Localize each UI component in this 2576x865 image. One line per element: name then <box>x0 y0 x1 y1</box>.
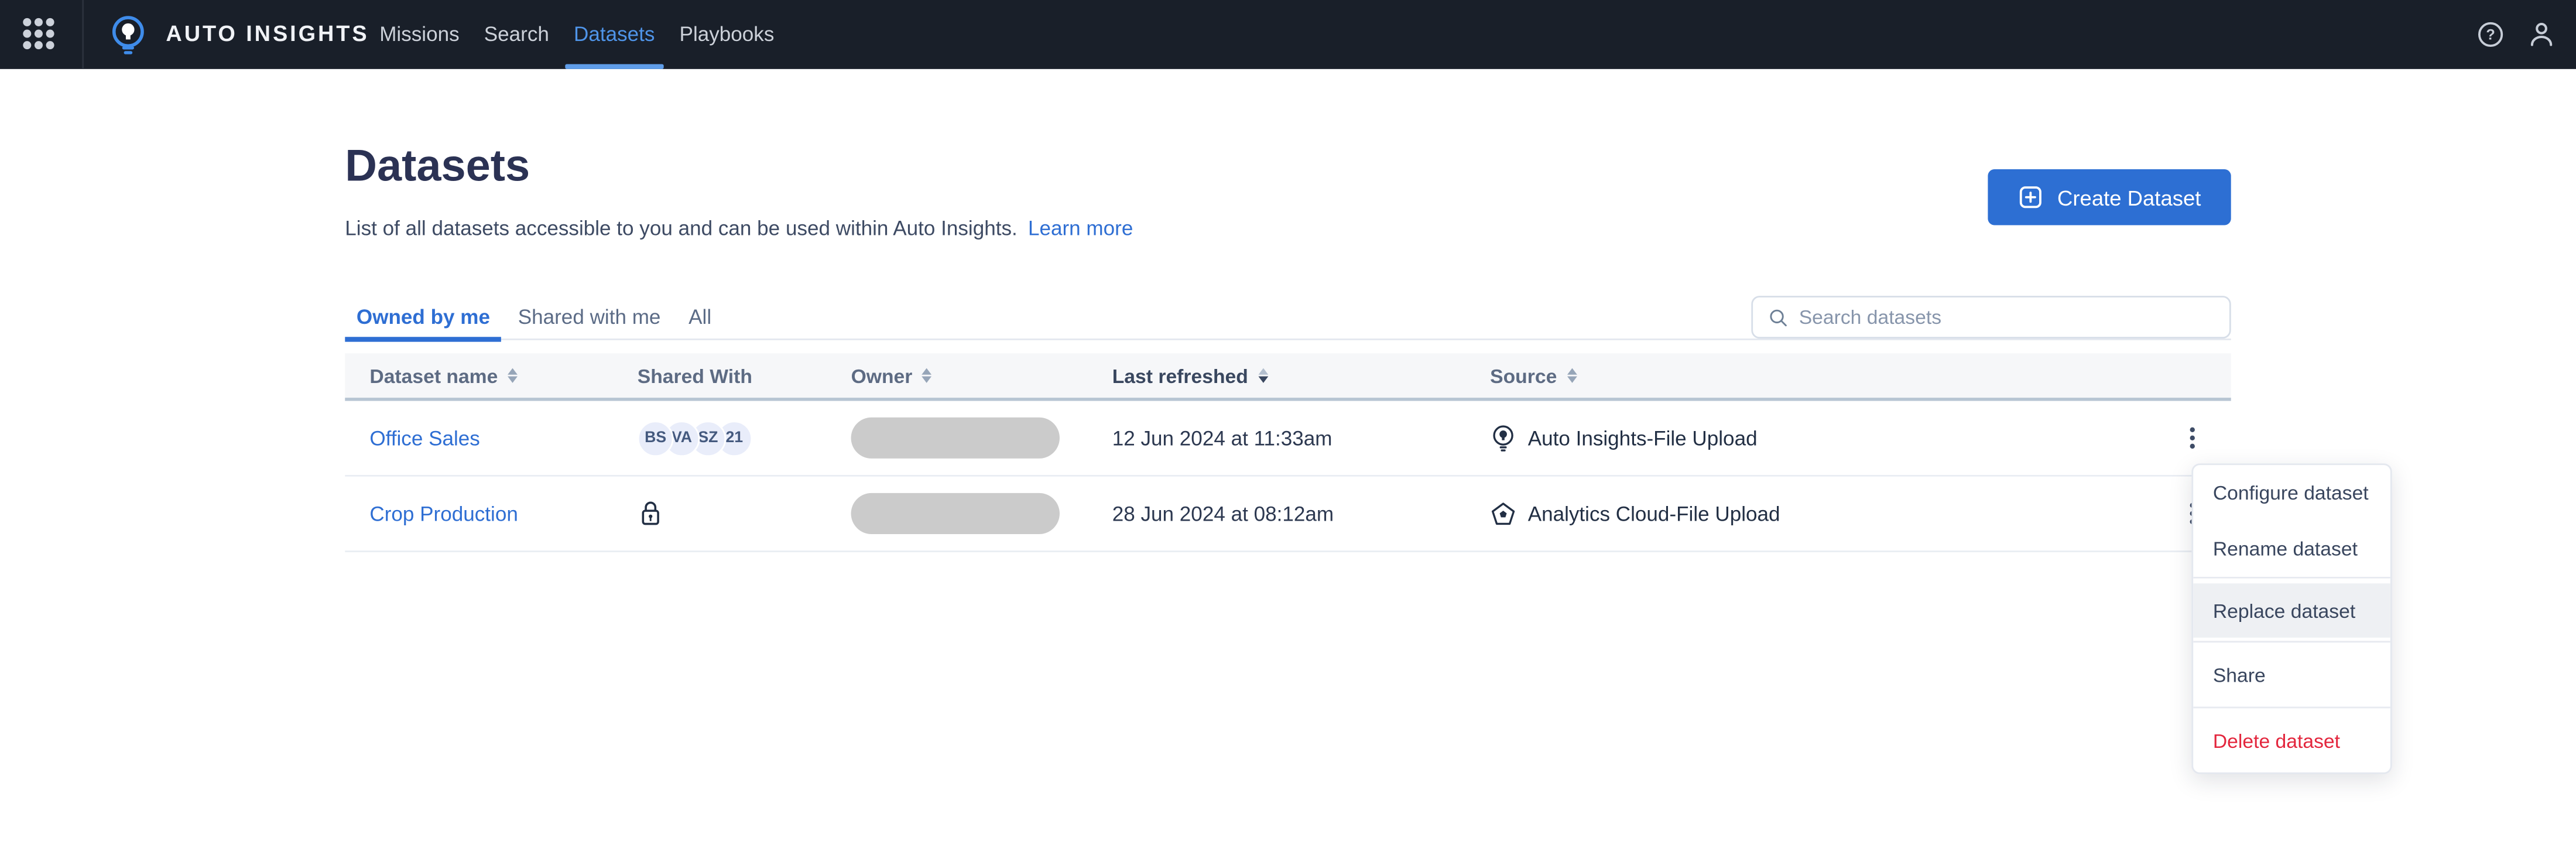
source-cell: Auto Insights-File Upload <box>1465 423 2152 453</box>
table-header-row: Dataset name Shared With Owner Last refr… <box>345 353 2231 401</box>
menu-item-delete-dataset[interactable]: Delete dataset <box>2193 708 2390 772</box>
column-header-shared-with[interactable]: Shared With <box>613 364 827 387</box>
menu-item-share[interactable]: Share <box>2193 642 2390 706</box>
datasets-table: Dataset name Shared With Owner Last refr… <box>345 353 2231 552</box>
tab-shared-with-me[interactable]: Shared with me <box>506 298 672 340</box>
create-dataset-button[interactable]: Create Dataset <box>1988 169 2231 225</box>
plus-square-icon <box>2020 186 2042 208</box>
nav-item-datasets[interactable]: Datasets <box>565 0 664 69</box>
table-row: Office Sales BS VA SZ 21 12 Jun 2024 at … <box>345 401 2231 477</box>
analytics-cloud-pentagon-icon <box>1491 501 1515 524</box>
search-datasets-input[interactable] <box>1799 297 2229 337</box>
shared-with-avatars: BS VA SZ 21 <box>613 419 827 456</box>
shared-with-private <box>613 500 827 528</box>
column-header-owner[interactable]: Owner <box>826 364 1087 387</box>
subtitle-text: List of all datasets accessible to you a… <box>345 217 1018 240</box>
sort-icon <box>508 367 518 384</box>
lock-icon <box>642 501 659 525</box>
learn-more-link[interactable]: Learn more <box>1028 217 1133 240</box>
user-profile-icon[interactable] <box>2527 20 2557 50</box>
owner-cell <box>826 493 1087 534</box>
menu-item-rename-dataset[interactable]: Rename dataset <box>2193 519 2390 577</box>
dataset-link-crop-production[interactable]: Crop Production <box>369 502 518 525</box>
navbar-separator <box>82 0 84 69</box>
dataset-name-cell: Crop Production <box>345 499 612 529</box>
create-dataset-label: Create Dataset <box>2057 184 2201 210</box>
tab-all[interactable]: All <box>677 298 723 340</box>
column-header-source[interactable]: Source <box>1465 364 2152 387</box>
dataset-actions-context-menu: Configure dataset Rename dataset Replace… <box>2191 463 2392 774</box>
navbar-right-actions: ? <box>2476 0 2557 69</box>
nav-item-missions[interactable]: Missions <box>379 0 459 69</box>
nav-item-playbooks[interactable]: Playbooks <box>680 0 775 69</box>
table-row: Crop Production 28 Jun 2024 at 08:12am A… <box>345 476 2231 552</box>
owner-redacted-pill <box>851 493 1060 534</box>
page-subtitle: List of all datasets accessible to you a… <box>345 217 1133 240</box>
avatar: BS <box>637 419 674 456</box>
sort-icon <box>1567 367 1577 384</box>
row-actions-kebab-icon[interactable] <box>2172 418 2211 457</box>
source-label: Analytics Cloud-File Upload <box>1527 502 1780 525</box>
column-header-last-refreshed[interactable]: Last refreshed <box>1088 364 1465 387</box>
help-icon[interactable]: ? <box>2476 20 2506 50</box>
sort-desc-icon <box>1258 367 1268 384</box>
menu-item-configure-dataset[interactable]: Configure dataset <box>2193 465 2390 519</box>
dataset-filter-tabs: Owned by me Shared with me All <box>345 298 723 340</box>
source-cell: Analytics Cloud-File Upload <box>1465 500 2152 526</box>
menu-item-replace-dataset[interactable]: Replace dataset <box>2193 578 2390 641</box>
auto-insights-bulb-icon <box>1493 425 1513 451</box>
column-header-dataset-name[interactable]: Dataset name <box>345 364 612 387</box>
primary-nav: Missions Search Datasets Playbooks <box>379 0 774 69</box>
owner-cell <box>826 417 1087 459</box>
nav-item-search[interactable]: Search <box>484 0 549 69</box>
top-navbar: AUTO INSIGHTS Missions Search Datasets P… <box>0 0 2576 69</box>
last-refreshed-cell: 28 Jun 2024 at 08:12am <box>1112 502 1334 525</box>
auto-insights-lightbulb-logo-icon <box>112 16 144 54</box>
dataset-link-office-sales[interactable]: Office Sales <box>369 426 479 449</box>
search-icon <box>1770 309 1787 326</box>
brand-name: AUTO INSIGHTS <box>166 21 369 46</box>
last-refreshed-cell: 12 Jun 2024 at 11:33am <box>1112 426 1332 450</box>
tab-owned-by-me[interactable]: Owned by me <box>345 298 502 340</box>
owner-redacted-pill <box>851 417 1060 459</box>
app-launcher-grid-icon[interactable] <box>23 18 56 51</box>
app-window: AUTO INSIGHTS Missions Search Datasets P… <box>0 0 2576 865</box>
svg-text:?: ? <box>2486 27 2495 43</box>
search-datasets-box <box>1751 296 2231 339</box>
page-title: Datasets <box>345 141 530 191</box>
dataset-name-cell: Office Sales <box>345 423 612 453</box>
sort-icon <box>922 367 933 384</box>
source-label: Auto Insights-File Upload <box>1527 426 1758 450</box>
